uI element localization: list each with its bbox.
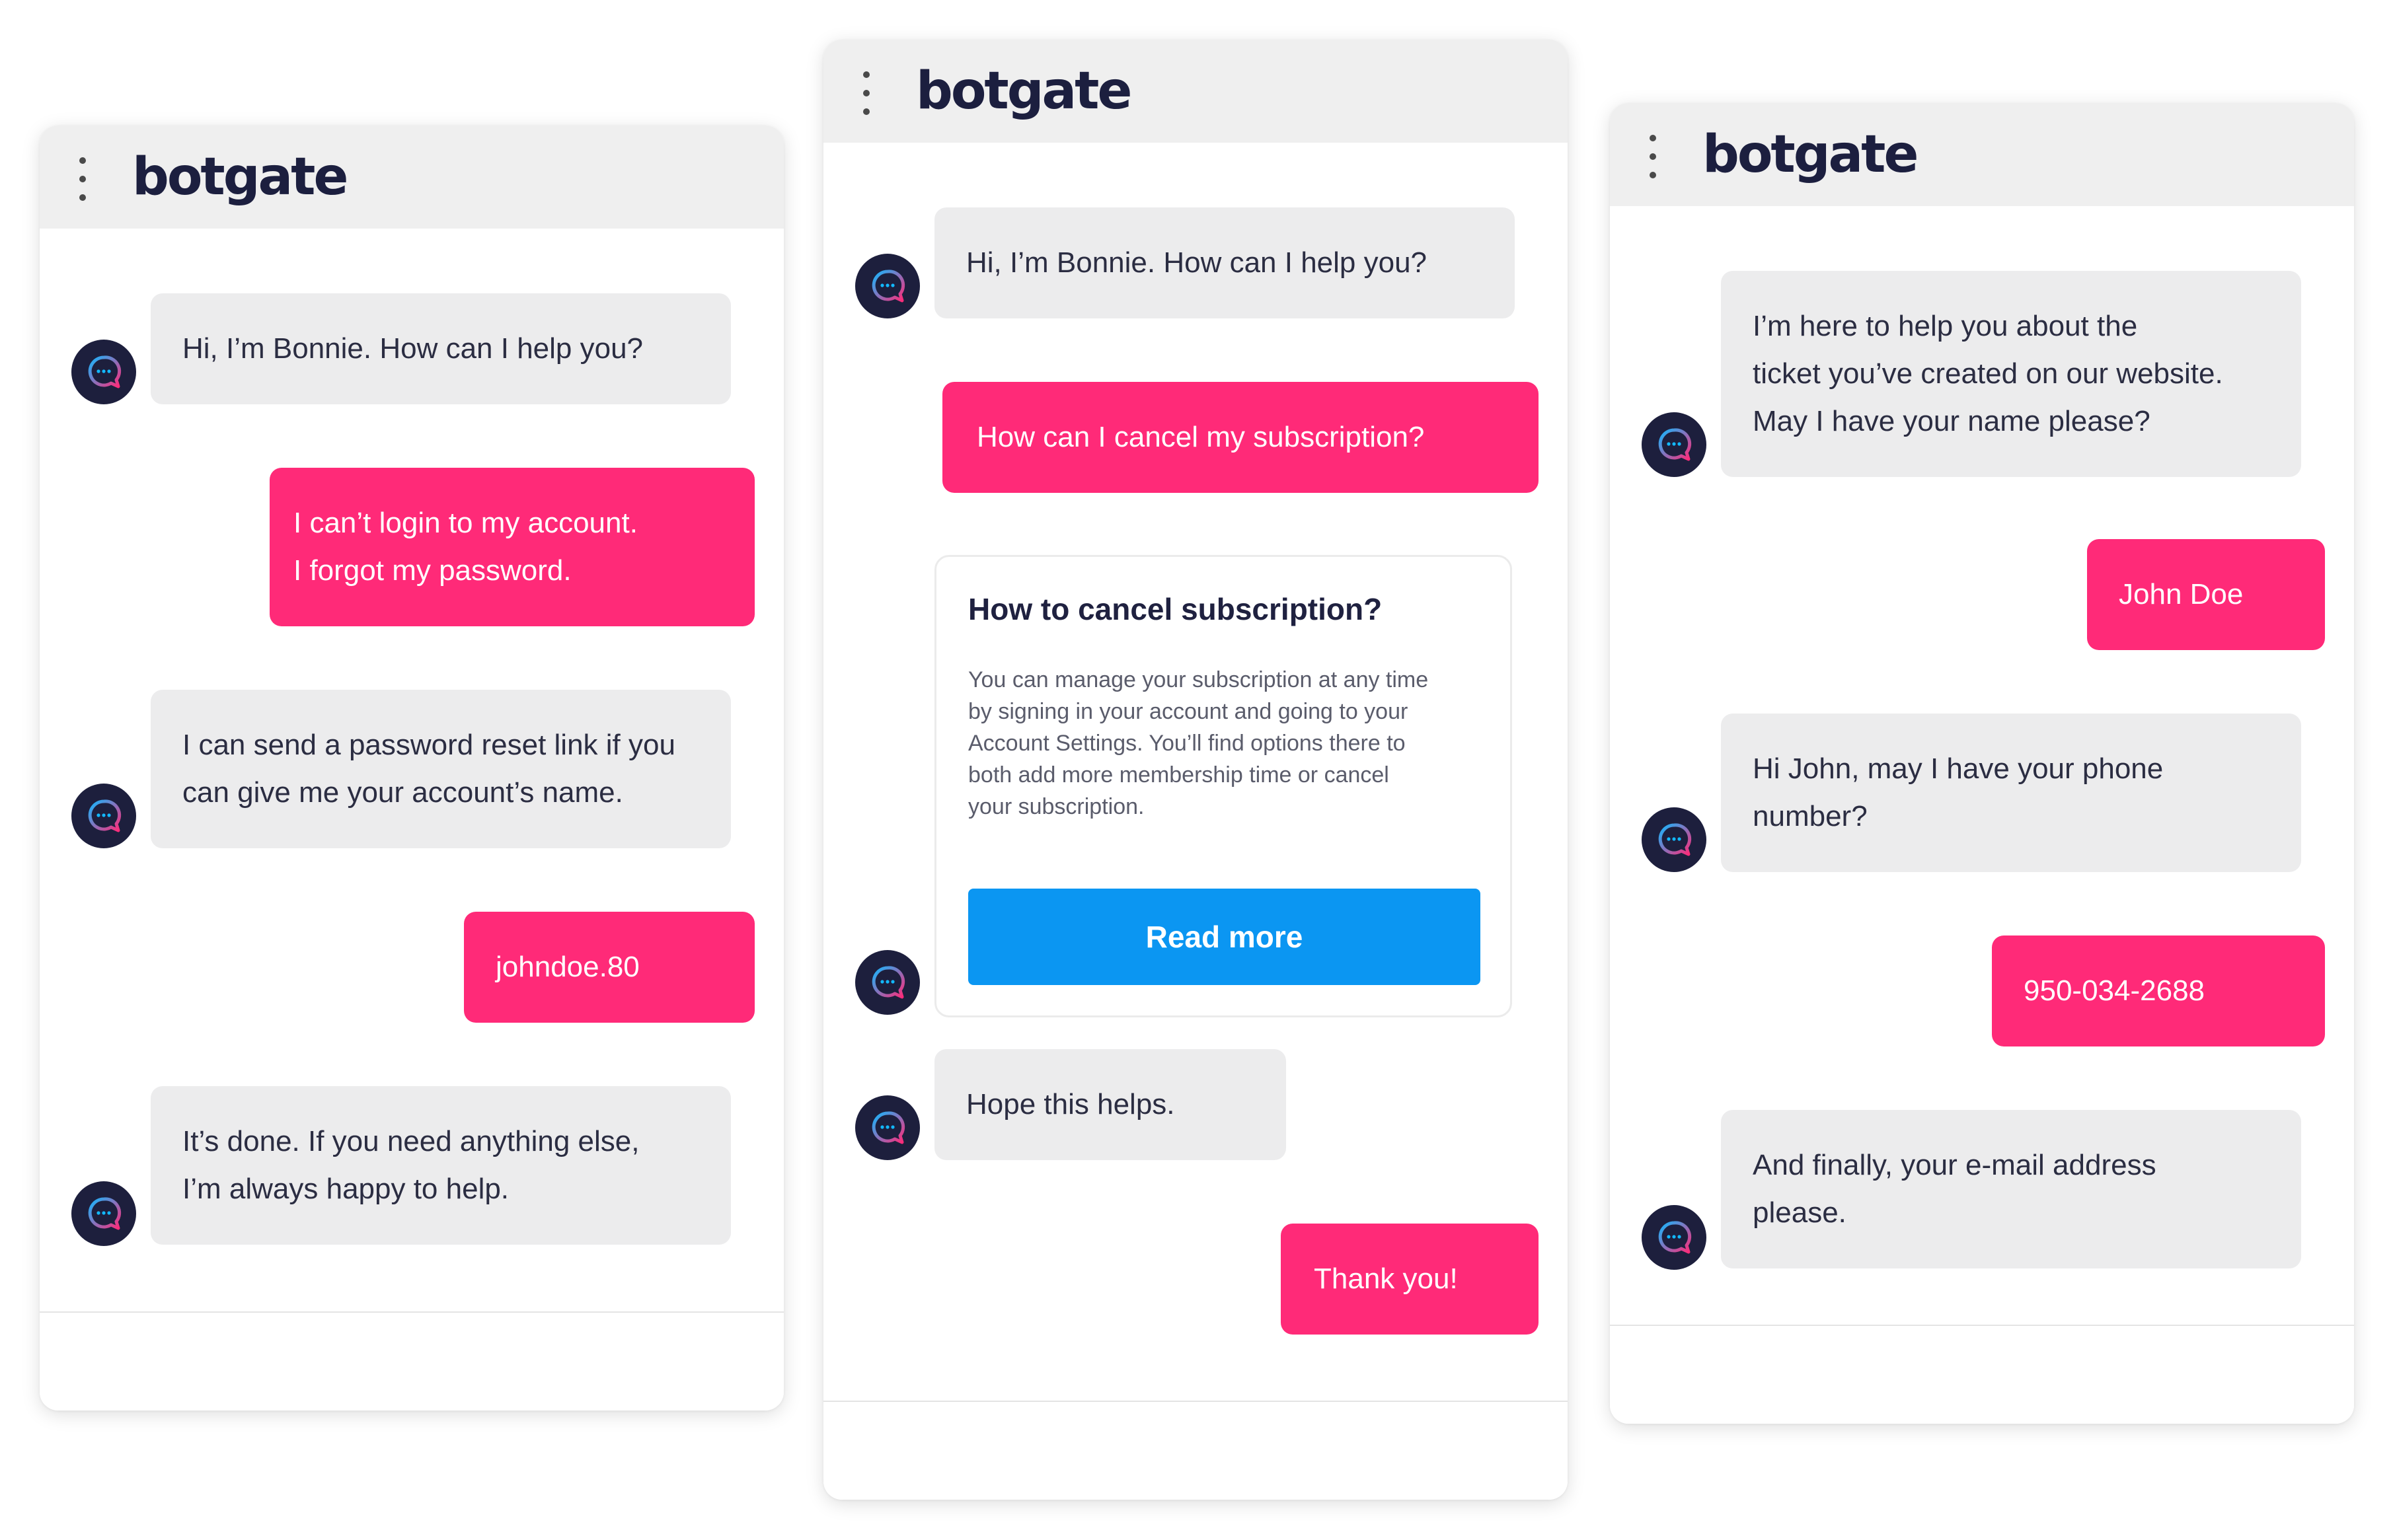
card-body-line: both add more membership time or cancel	[968, 762, 1389, 788]
message-line: Hi, I’m Bonnie. How can I help you?	[182, 332, 644, 365]
bot-message: Hope this helps.	[934, 1049, 1286, 1160]
chat-header: botgate	[823, 40, 1568, 143]
brand-logo: botgate	[1702, 125, 1919, 184]
user-message: I can’t login to my account. I forgot my…	[270, 468, 755, 626]
message-input-area[interactable]	[40, 1311, 784, 1411]
brand-logo: botgate	[132, 147, 348, 207]
card-body-line: by signing in your account and going to …	[968, 699, 1408, 724]
chat-window-1: botgate Hi, I’m Bonnie. How can I help y…	[40, 126, 784, 1411]
bot-message: It’s done. If you need anything else, I’…	[151, 1086, 731, 1245]
message-line: please.	[1753, 1196, 1846, 1229]
card-body-line: your subscription.	[968, 794, 1145, 819]
message-input-area[interactable]	[1610, 1325, 2354, 1424]
help-article-card: How to cancel subscription? You can mana…	[934, 555, 1512, 1017]
user-message: johndoe.80	[464, 912, 755, 1023]
message-line: I can’t login to my account.	[293, 507, 638, 539]
message-line: John Doe	[2119, 578, 2244, 610]
bot-message: Hi, I’m Bonnie. How can I help you?	[934, 207, 1515, 318]
chat-header: botgate	[40, 126, 784, 229]
message-line: ticket you’ve created on our website.	[1753, 357, 2223, 390]
chat-bubble-icon	[71, 784, 136, 848]
brand-logo: botgate	[916, 61, 1132, 121]
card-body-line: You can manage your subscription at any …	[968, 667, 1429, 692]
chat-window-3: botgate I’m here to help you about the t…	[1610, 103, 2354, 1424]
message-input-area[interactable]	[823, 1401, 1568, 1500]
user-message: Thank you!	[1281, 1224, 1539, 1335]
card-title: How to cancel subscription?	[968, 592, 1383, 626]
vertical-ellipsis-icon[interactable]	[75, 157, 90, 201]
stage: botgate Hi, I’m Bonnie. How can I help y…	[0, 0, 2395, 1540]
bot-message: I’m here to help you about the ticket yo…	[1721, 271, 2301, 477]
chat-window-2: botgate Hi, I’m Bonnie. How can I help y…	[823, 40, 1568, 1500]
chat-bubble-icon	[71, 340, 136, 404]
vertical-ellipsis-icon[interactable]	[1646, 135, 1660, 178]
bot-message: Hi John, may I have your phone number?	[1721, 714, 2301, 872]
message-line: Hi John, may I have your phone	[1753, 752, 2164, 785]
message-line: 950-034-2688	[2024, 974, 2205, 1007]
card-body: You can manage your subscription at any …	[968, 664, 1428, 823]
message-line: It’s done. If you need anything else,	[182, 1125, 640, 1157]
message-line: And finally, your e-mail address	[1753, 1149, 2156, 1181]
message-line: Hope this helps.	[966, 1088, 1175, 1120]
chat-bubble-icon	[855, 254, 920, 318]
bot-message: And finally, your e-mail address please.	[1721, 1110, 2301, 1268]
message-line: Thank you!	[1314, 1263, 1458, 1295]
message-line: Hi, I’m Bonnie. How can I help you?	[966, 246, 1427, 279]
read-more-button[interactable]: Read more	[968, 889, 1480, 985]
bot-message: I can send a password reset link if you …	[151, 690, 731, 848]
vertical-ellipsis-icon[interactable]	[859, 71, 874, 115]
message-line: I’m here to help you about the	[1753, 310, 2138, 342]
message-line: May I have your name please?	[1753, 405, 2150, 437]
message-line: I forgot my password.	[293, 554, 572, 587]
chat-bubble-icon	[855, 1095, 920, 1160]
user-message: John Doe	[2087, 539, 2325, 650]
user-message: 950-034-2688	[1992, 935, 2325, 1046]
card-body-line: Account Settings. You’ll find options th…	[968, 731, 1406, 756]
chat-bubble-icon	[1642, 1205, 1706, 1270]
message-line: I’m always happy to help.	[182, 1173, 510, 1205]
chat-bubble-icon	[1642, 807, 1706, 872]
chat-bubble-icon	[1642, 412, 1706, 477]
message-line: I can send a password reset link if you	[182, 729, 675, 761]
user-message: How can I cancel my subscription?	[942, 382, 1539, 493]
chat-bubble-icon	[855, 950, 920, 1015]
message-line: johndoe.80	[496, 951, 640, 983]
message-line: How can I cancel my subscription?	[977, 421, 1425, 453]
bot-message: Hi, I’m Bonnie. How can I help you?	[151, 293, 731, 404]
chat-bubble-icon	[71, 1181, 136, 1246]
message-line: number?	[1753, 800, 1868, 832]
chat-header: botgate	[1610, 103, 2354, 206]
message-line: can give me your account’s name.	[182, 776, 623, 809]
